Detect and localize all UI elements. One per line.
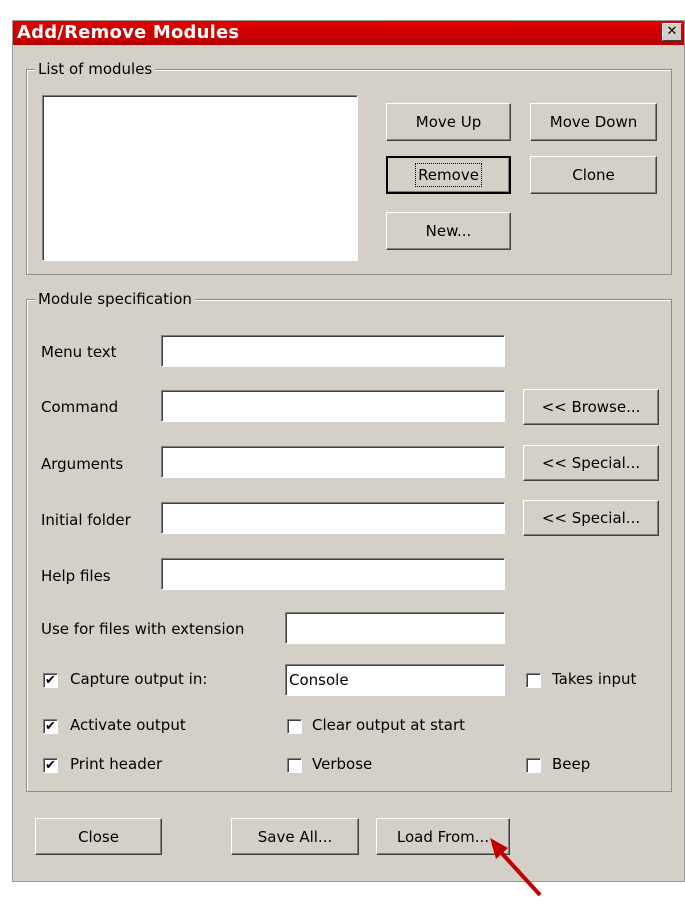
capture-output-field[interactable]: [285, 664, 505, 696]
list-of-modules-legend: List of modules: [35, 60, 156, 78]
print-header-checkbox[interactable]: ✔: [43, 758, 58, 773]
initial-folder-special-button[interactable]: << Special...: [523, 500, 659, 536]
modules-listbox[interactable]: [42, 95, 358, 261]
new-module-button[interactable]: New...: [386, 212, 511, 250]
move-down-button[interactable]: Move Down: [530, 103, 657, 141]
module-specification-legend: Module specification: [35, 290, 195, 308]
close-icon[interactable]: ✕: [662, 23, 682, 41]
remove-button-label: Remove: [415, 163, 482, 187]
arguments-label: Arguments: [41, 455, 124, 473]
arguments-special-button[interactable]: << Special...: [523, 445, 659, 481]
capture-output-label: Capture output in:: [70, 670, 208, 688]
browse-button[interactable]: << Browse...: [523, 389, 659, 425]
remove-button[interactable]: Remove: [386, 156, 511, 194]
extension-field[interactable]: [285, 612, 505, 644]
extension-label: Use for files with extension: [41, 620, 245, 638]
menu-text-label: Menu text: [41, 343, 117, 361]
initial-folder-field[interactable]: [161, 502, 505, 534]
command-label: Command: [41, 398, 119, 416]
menu-text-field[interactable]: [161, 335, 505, 367]
clear-output-checkbox[interactable]: [287, 719, 302, 734]
close-button[interactable]: Close: [35, 818, 162, 855]
move-up-button[interactable]: Move Up: [386, 103, 511, 141]
command-field[interactable]: [161, 390, 505, 422]
clone-button[interactable]: Clone: [530, 156, 657, 194]
dialog-title: Add/Remove Modules: [17, 22, 240, 43]
title-bar: Add/Remove Modules ✕: [13, 21, 684, 45]
activate-output-label: Activate output: [70, 716, 186, 734]
beep-label: Beep: [552, 755, 591, 773]
arguments-field[interactable]: [161, 446, 505, 478]
takes-input-checkbox[interactable]: [526, 673, 541, 688]
beep-checkbox[interactable]: [526, 758, 541, 773]
verbose-label: Verbose: [312, 755, 373, 773]
save-all-button[interactable]: Save All...: [231, 818, 359, 855]
add-remove-modules-dialog: Add/Remove Modules ✕ List of modules Mov…: [12, 20, 685, 882]
capture-output-checkbox[interactable]: ✔: [43, 673, 58, 688]
annotation-arrow-icon: [490, 838, 542, 897]
help-files-field[interactable]: [161, 558, 505, 590]
print-header-label: Print header: [70, 755, 163, 773]
help-files-label: Help files: [41, 567, 111, 585]
initial-folder-label: Initial folder: [41, 511, 131, 529]
activate-output-checkbox[interactable]: ✔: [43, 719, 58, 734]
clear-output-label: Clear output at start: [312, 716, 466, 734]
takes-input-label: Takes input: [552, 670, 637, 688]
verbose-checkbox[interactable]: [287, 758, 302, 773]
